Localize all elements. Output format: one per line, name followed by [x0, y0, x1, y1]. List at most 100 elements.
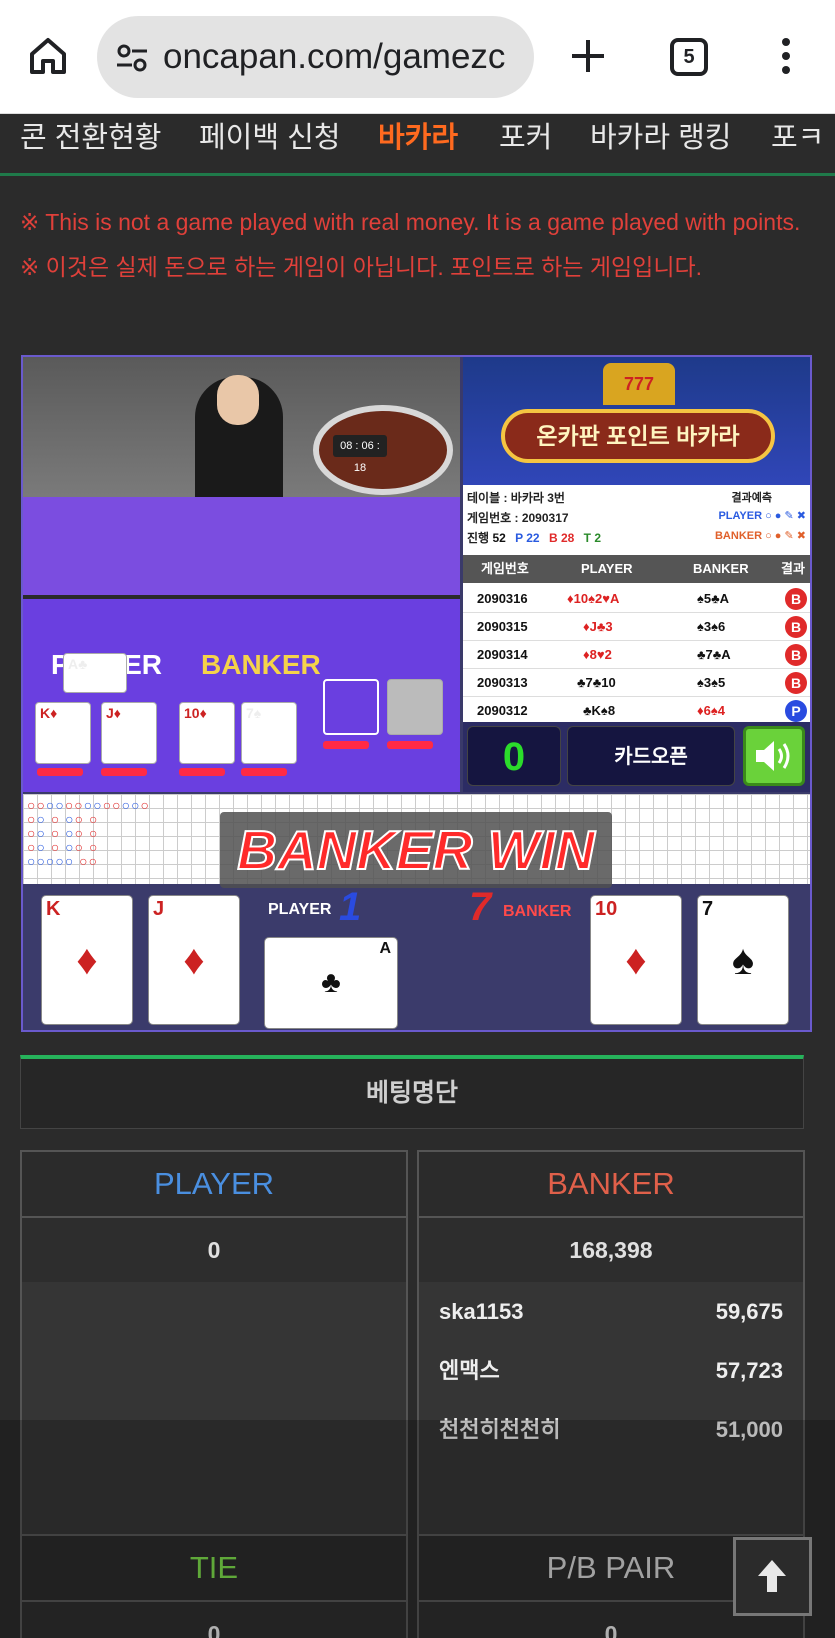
card-suit: ♦ — [625, 936, 647, 983]
history-header-no: 게임번호 — [481, 561, 529, 576]
tab-switcher-button[interactable]: 5 — [670, 38, 708, 76]
prediction-banker[interactable]: BANKER ○ ● ✎ ✖ — [715, 529, 806, 542]
history-player-cards: ♦8♥2 — [583, 647, 612, 662]
scroll-to-top-button[interactable] — [733, 1537, 812, 1616]
red-marker — [37, 768, 83, 776]
bet-row: ska1153 59,675 — [419, 1282, 803, 1341]
card-rank: 7 — [702, 898, 714, 920]
new-tab-icon[interactable] — [566, 34, 610, 78]
progress-label: 진행 — [467, 531, 490, 545]
notice: ※ This is not a game played with real mo… — [20, 200, 815, 290]
history-result-badge: B — [785, 644, 807, 666]
card-rank: K — [46, 898, 61, 920]
prediction-banker-label: BANKER — [714, 530, 763, 542]
bettor-name: 엔맥스 — [439, 1358, 500, 1383]
felt-banker-label: BANKER — [201, 649, 321, 680]
bet-row: 엔맥스 57,723 — [419, 1341, 803, 1400]
bet-column-banker: BANKER 168,398 ska1153 59,675 엔맥스 57,723… — [417, 1150, 805, 1538]
url-text: oncapan.com/gamezc — [163, 37, 506, 76]
history-result-badge: B — [785, 672, 807, 694]
bet-head-banker: BANKER — [419, 1152, 803, 1218]
video-timer: 08 : 06 : 18 — [333, 435, 387, 474]
bet-column-tie: TIE 0 — [20, 1534, 408, 1638]
player-score: 1 — [339, 885, 362, 929]
history-banker-cards: ♠5♣A — [697, 591, 730, 606]
history-header-result: 결과 — [781, 561, 805, 576]
card-rank: A — [379, 940, 391, 957]
history-banker-cards: ♠3♠5 — [697, 675, 726, 690]
prediction-player[interactable]: PLAYER ○ ● ✎ ✖ — [718, 509, 806, 522]
bet-head-tie: TIE — [22, 1536, 406, 1602]
betting-list-title: 베팅명단 — [20, 1055, 804, 1129]
bet-row: 천천히천천히 51,000 — [419, 1400, 803, 1459]
slot-machine-logo: 777 — [603, 363, 675, 405]
live-video: 08 : 06 : 18 PLAYER BANKER K♦ J♦ A♣ 10♦ … — [23, 357, 460, 792]
red-marker — [179, 768, 225, 776]
table-top — [23, 497, 460, 597]
bet-amount: 57,723 — [715, 1358, 783, 1383]
notice-korean: ※ 이것은 실제 돈으로 하는 게임이 아닙니다. 포인트로 하는 게임입니다. — [20, 254, 703, 280]
nav-item-payback[interactable]: 페이백 신청 — [199, 116, 340, 160]
history-no: 2090315 — [477, 619, 528, 634]
bet-amount: 51,000 — [715, 1417, 783, 1442]
history-header-player: PLAYER — [581, 561, 633, 576]
banker-score-label: BANKER — [503, 903, 572, 920]
felt-card: A♣ — [63, 653, 127, 693]
history-header: 게임번호 PLAYER BANKER 결과 — [463, 555, 810, 583]
game-controls: 0 카드오픈 — [463, 722, 810, 792]
address-bar[interactable]: oncapan.com/gamezc — [97, 16, 534, 98]
history-row: 2090315 ♦J♣3 ♠3♠6 B — [463, 613, 810, 641]
history-banker-cards: ♦6♠4 — [697, 703, 725, 718]
banner-title: 온카판 포인트 바카라 — [501, 409, 775, 463]
player-count: P 22 — [515, 531, 540, 545]
history-no: 2090316 — [477, 591, 528, 606]
history-banker-cards: ♣7♣A — [697, 647, 731, 662]
nav-item-poker[interactable]: 포커 — [499, 116, 552, 160]
arrow-up-icon — [758, 1560, 786, 1592]
player-card-3: A ♣ — [264, 937, 398, 1029]
history-header-banker: BANKER — [693, 561, 749, 576]
speaker-icon — [756, 741, 790, 771]
history-result-badge: P — [785, 700, 807, 722]
history-banker-cards: ♠3♠6 — [697, 619, 726, 634]
history-no: 2090313 — [477, 675, 528, 690]
player-card-1: K ♦ — [41, 895, 133, 1025]
table-info: 테이블 : 바카라 3번 게임번호 : 2090317 진행 52 P 22 B… — [463, 485, 810, 551]
banker-card-1: 10 ♦ — [590, 895, 682, 1025]
player-card-2: J ♦ — [148, 895, 240, 1025]
red-marker — [387, 741, 433, 749]
bettor-name: ska1153 — [439, 1299, 524, 1324]
red-marker — [323, 741, 369, 749]
banker-count: B 28 — [548, 531, 575, 545]
card-suit: ♣ — [321, 966, 341, 999]
bettor-name: 천천히천천히 — [439, 1417, 561, 1442]
felt-card: K♦ — [35, 702, 91, 764]
history-player-cards: ♦10♠2♥A — [567, 591, 620, 606]
felt-card: 10♦ — [179, 702, 235, 764]
sound-toggle-button[interactable] — [743, 726, 805, 786]
history-player-cards: ♣7♣10 — [577, 675, 616, 690]
nav-item-poker-more[interactable]: 포ㅋ — [771, 116, 824, 160]
home-icon[interactable] — [26, 34, 70, 78]
roadmap-marks: ○○○○○○○○○○○○○ ○○ ○ ○○ ○ ○○ ○ ○○ ○ ○○ ○ ○… — [27, 797, 150, 869]
card-open-button[interactable]: 카드오픈 — [567, 726, 735, 786]
felt-card: 7♠ — [241, 702, 297, 764]
prediction-label: 결과예측 — [731, 492, 772, 504]
game-number: 게임번호 : 2090317 — [467, 511, 569, 525]
history-row: 2090312 ♣K♠8 ♦6♠4 P — [463, 697, 810, 725]
nav-item-coin-exchange[interactable]: 콘 전환현황 — [20, 116, 161, 160]
nav-item-baccarat[interactable]: 바카라 — [378, 116, 458, 160]
history-player-cards: ♦J♣3 — [583, 619, 613, 634]
card-suit: ♠ — [731, 936, 755, 983]
nav-item-baccarat-ranking[interactable]: 바카라 랭킹 — [590, 116, 731, 160]
site-settings-icon[interactable] — [115, 41, 149, 75]
red-marker — [241, 768, 287, 776]
site-nav: 콘 전환현황 페이백 신청 바카라 포커 바카라 랭킹 포ㅋ — [0, 114, 835, 176]
bet-column-player: PLAYER 0 — [20, 1150, 408, 1538]
bet-total-banker: 168,398 — [419, 1218, 803, 1282]
banker-card-2: 7 ♠ — [697, 895, 789, 1025]
card-suit: ♦ — [76, 936, 98, 983]
more-menu-icon[interactable] — [776, 34, 796, 78]
empty-card-slot — [323, 679, 379, 735]
countdown-display: 0 — [467, 726, 561, 786]
